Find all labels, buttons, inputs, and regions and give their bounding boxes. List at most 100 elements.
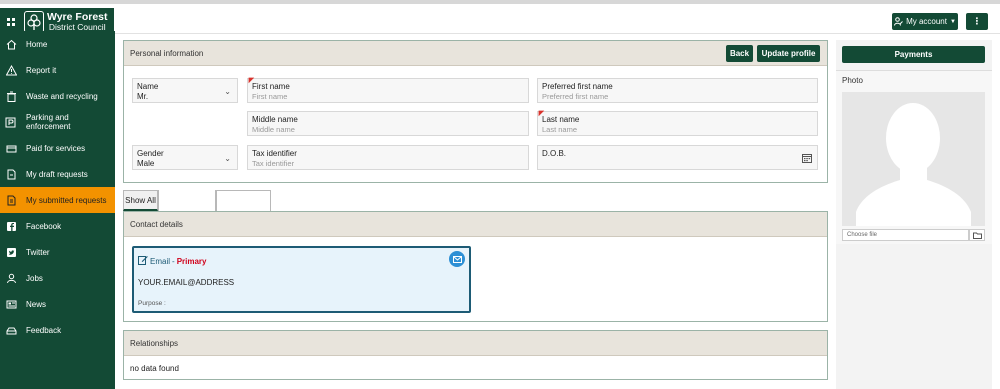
- sidebar-item-facebook[interactable]: Facebook: [0, 213, 115, 239]
- first-name-field[interactable]: First name First name: [245, 74, 529, 103]
- sidebar-nav: Home Report it Waste and recycling Parki…: [0, 31, 115, 389]
- document-icon: [5, 194, 17, 206]
- middle-name-field[interactable]: Middle name Middle name: [247, 111, 529, 136]
- preferred-first-name-placeholder: Preferred first name: [542, 92, 609, 101]
- warning-icon: [5, 64, 17, 76]
- middle-name-placeholder: Middle name: [252, 125, 295, 134]
- top-bar: Wyre Forest District Council My account …: [0, 0, 1000, 35]
- last-name-label: Last name: [542, 115, 580, 124]
- relationships-panel: Relationships no data found: [123, 330, 828, 380]
- primary-badge: Primary: [176, 256, 207, 266]
- sidebar-item-home[interactable]: Home: [0, 31, 115, 57]
- right-column: Payments Photo Choose file: [836, 40, 992, 389]
- gender-value: Male: [137, 159, 155, 168]
- dob-label: D.O.B.: [542, 149, 567, 158]
- bin-icon: [5, 90, 17, 102]
- tax-identifier-field[interactable]: Tax identifier Tax identifier: [247, 145, 529, 170]
- purpose-label: Purpose :: [138, 300, 166, 307]
- home-icon: [5, 38, 17, 50]
- feedback-icon: [5, 324, 17, 336]
- tab-relationships[interactable]: [216, 190, 271, 211]
- avatar-silhouette-icon: [856, 103, 971, 226]
- tab-show-all[interactable]: Show All: [123, 190, 158, 211]
- photo-title: Photo: [842, 76, 863, 85]
- user-edit-icon: [894, 17, 903, 26]
- facebook-icon: [5, 220, 17, 232]
- sidebar-item-report-it[interactable]: Report it: [0, 57, 115, 83]
- name-title-label: Name: [137, 82, 159, 91]
- first-name-placeholder: First name: [252, 92, 288, 101]
- last-name-placeholder: Last name: [542, 125, 578, 134]
- sidebar-item-waste[interactable]: Waste and recycling: [0, 83, 115, 109]
- relationships-header: Relationships: [124, 331, 827, 356]
- update-profile-button[interactable]: Update profile: [757, 45, 820, 62]
- email-contact-card[interactable]: Email - Primary YOUR.EMAIL@ADDRESS Purpo…: [132, 246, 471, 313]
- folder-icon: [972, 232, 982, 239]
- logo-title: Wyre Forest: [47, 10, 108, 23]
- parking-icon: [5, 116, 17, 128]
- gender-label: Gender: [137, 149, 164, 158]
- first-name-label: First name: [252, 82, 290, 91]
- tab-contact[interactable]: [158, 190, 216, 211]
- sidebar-item-label: Jobs: [26, 273, 43, 283]
- chevron-down-icon: ⌄: [224, 87, 231, 96]
- sidebar-item-label: Parking and enforcement: [25, 113, 71, 131]
- sidebar-item-label: Facebook: [26, 221, 62, 231]
- payment-icon: [5, 142, 17, 154]
- email-action-button[interactable]: [449, 251, 465, 267]
- sidebar-item-submitted-requests[interactable]: My submitted requests: [0, 187, 115, 213]
- last-name-field[interactable]: Last name Last name: [535, 107, 818, 136]
- relationships-title: Relationships: [130, 338, 179, 348]
- middle-name-label: Middle name: [252, 115, 298, 124]
- email-type-label: Email: [150, 256, 171, 266]
- personal-info-header: Personal information: [124, 41, 827, 66]
- sidebar-item-label: Paid for services: [26, 143, 86, 153]
- sidebar-item-parking[interactable]: Parking and enforcement: [0, 109, 115, 135]
- sidebar-item-label: My draft requests: [26, 169, 88, 179]
- sidebar-item-label: News: [26, 299, 47, 309]
- twitter-icon: [5, 246, 17, 258]
- tax-identifier-label: Tax identifier: [252, 149, 297, 158]
- personal-info-title: Personal information: [130, 48, 204, 58]
- back-button[interactable]: Back: [726, 45, 753, 62]
- edit-icon[interactable]: [138, 255, 148, 267]
- choose-file-placeholder: Choose file: [847, 232, 878, 238]
- photo-panel: Photo Choose file: [836, 70, 992, 244]
- sidebar-item-label: My submitted requests: [26, 195, 107, 205]
- name-title-select[interactable]: Name Mr. ⌄: [132, 78, 238, 103]
- sidebar-item-label: Home: [26, 39, 48, 49]
- dob-field[interactable]: D.O.B.: [537, 145, 818, 170]
- payments-button[interactable]: Payments: [842, 46, 985, 63]
- relationships-empty-text: no data found: [130, 364, 179, 373]
- my-account-button[interactable]: My account ▼: [892, 13, 958, 30]
- council-logo-mark-icon: [24, 10, 44, 33]
- preferred-first-name-label: Preferred first name: [542, 82, 613, 91]
- calendar-icon[interactable]: [802, 153, 812, 165]
- person-icon: [5, 272, 17, 284]
- my-account-label: My account: [906, 17, 947, 26]
- name-title-value: Mr.: [137, 92, 149, 101]
- sidebar-item-feedback[interactable]: Feedback: [0, 317, 115, 343]
- email-address: YOUR.EMAIL@ADDRESS: [138, 278, 235, 287]
- caret-down-icon: ▼: [949, 18, 956, 25]
- gender-select[interactable]: Gender Male ⌄: [132, 145, 238, 170]
- tax-identifier-placeholder: Tax identifier: [252, 159, 295, 168]
- logo-subtitle: District Council: [48, 21, 106, 32]
- sidebar-item-jobs[interactable]: Jobs: [0, 265, 115, 291]
- draft-icon: [5, 168, 17, 180]
- menu-grid-icon: [7, 17, 15, 26]
- sidebar-item-news[interactable]: News: [0, 291, 115, 317]
- choose-file-input[interactable]: Choose file: [842, 229, 969, 241]
- sidebar-item-label: Feedback: [26, 325, 62, 335]
- sidebar-item-paid-services[interactable]: Paid for services: [0, 135, 115, 161]
- more-options-button[interactable]: ⋮: [966, 13, 988, 30]
- sidebar-item-draft-requests[interactable]: My draft requests: [0, 161, 115, 187]
- mail-icon: [452, 255, 462, 263]
- preferred-first-name-field[interactable]: Preferred first name Preferred first nam…: [537, 78, 818, 103]
- browse-folder-button[interactable]: [969, 229, 985, 241]
- sidebar-item-label: Waste and recycling: [26, 91, 98, 101]
- contact-details-title: Contact details: [130, 219, 183, 229]
- sidebar-item-label: Report it: [26, 65, 57, 75]
- contact-details-header: Contact details: [124, 212, 827, 237]
- sidebar-item-twitter[interactable]: Twitter: [0, 239, 115, 265]
